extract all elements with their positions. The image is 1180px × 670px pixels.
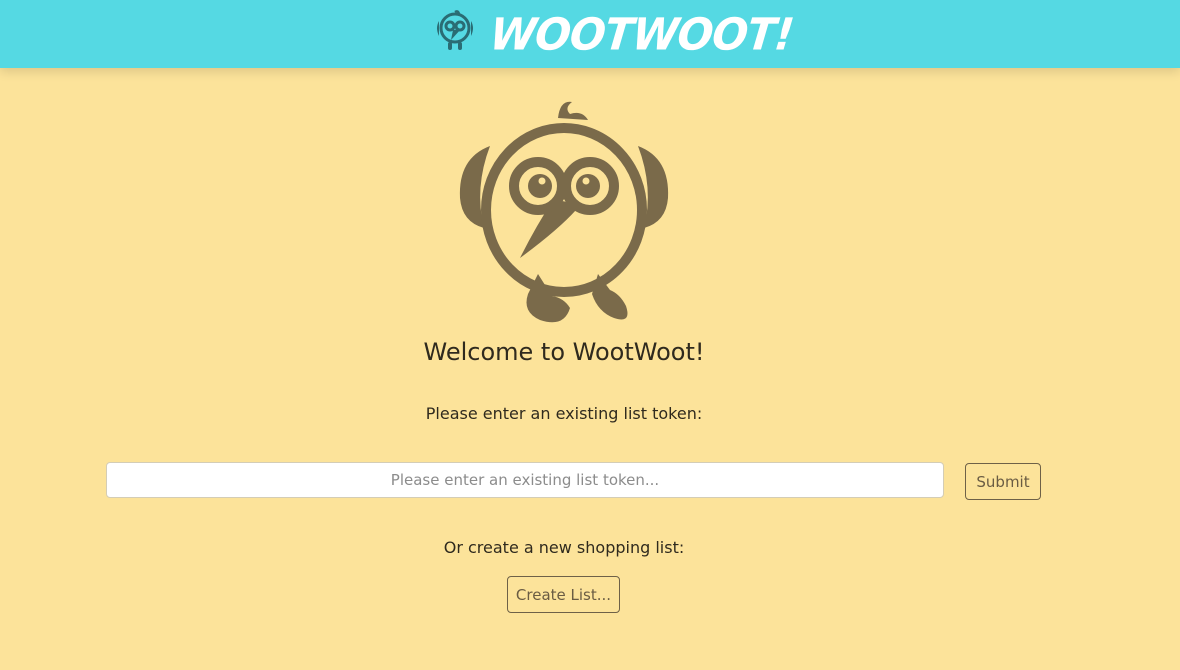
app-header: WOOTWOOT! <box>0 0 1180 68</box>
app-brand-title[interactable]: WOOTWOOT! <box>487 8 796 63</box>
create-list-button[interactable]: Create List... <box>507 576 620 613</box>
owl-logo-icon[interactable] <box>432 8 478 54</box>
owl-mascot-icon <box>459 101 669 323</box>
create-list-prompt: Or create a new shopping list: <box>443 538 685 557</box>
submit-button[interactable]: Submit <box>965 463 1041 500</box>
welcome-heading: Welcome to WootWoot! <box>423 338 705 366</box>
list-token-input[interactable] <box>106 462 944 498</box>
existing-token-prompt: Please enter an existing list token: <box>425 404 703 423</box>
